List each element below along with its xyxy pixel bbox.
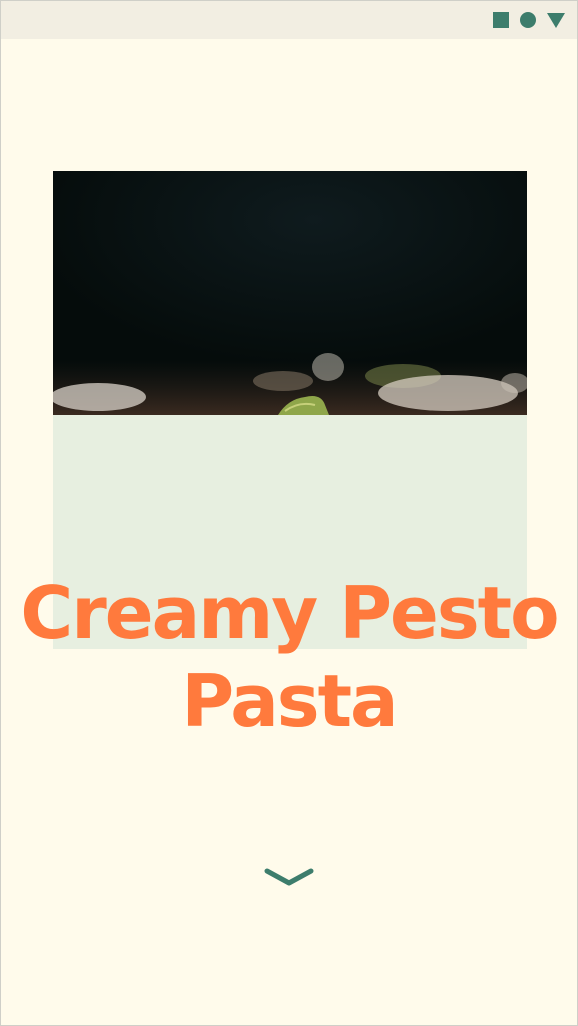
app-screen: Creamy Pesto Pasta xyxy=(0,0,578,1026)
status-icons xyxy=(493,12,565,28)
chevron-down-icon xyxy=(264,868,314,886)
status-bar xyxy=(1,1,577,39)
circle-icon xyxy=(520,12,536,28)
recipe-title: Creamy Pesto Pasta xyxy=(20,571,559,743)
triangle-icon xyxy=(547,12,565,28)
recipe-hero-image xyxy=(53,171,527,415)
scroll-down-button[interactable] xyxy=(262,865,316,889)
pesto-pasta-photo xyxy=(53,171,527,415)
square-icon xyxy=(493,12,509,28)
